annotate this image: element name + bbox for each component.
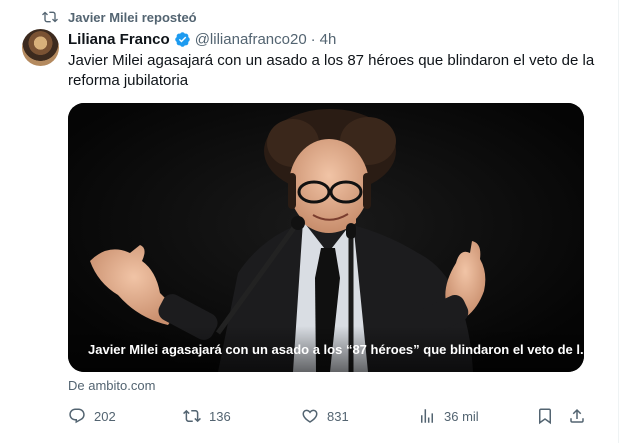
reply-count: 202 [94, 408, 116, 424]
repost-label: Javier Milei reposteó [68, 9, 197, 25]
like-count: 831 [327, 408, 349, 424]
bookmark-icon [539, 408, 551, 425]
repost-button[interactable]: 136 [183, 404, 231, 428]
tweet-header: Liliana Franco @lilianafranco20 · 4h [68, 30, 336, 48]
share-icon [570, 408, 584, 423]
author-avatar[interactable] [22, 29, 59, 66]
bookmark-button[interactable] [536, 404, 554, 428]
author-name[interactable]: Liliana Franco [68, 31, 170, 48]
tweet-actions: 202 136 831 36 mil [68, 404, 588, 428]
verified-badge-icon[interactable] [174, 31, 191, 48]
timeline-border [618, 0, 619, 443]
repost-indicator[interactable]: Javier Milei reposteó [42, 8, 197, 26]
tweet-text: Javier Milei agasajará con un asado a lo… [68, 52, 595, 89]
card-source[interactable]: De ambito.com [68, 378, 155, 393]
reply-button[interactable]: 202 [68, 404, 116, 428]
tweet-timestamp[interactable]: 4h [320, 31, 337, 48]
views-button[interactable]: 36 mil [418, 404, 479, 428]
repost-icon [42, 11, 58, 23]
views-chart-icon [421, 409, 433, 423]
header-separator: · [310, 30, 316, 48]
heart-icon [302, 409, 318, 423]
views-count: 36 mil [444, 408, 479, 424]
repost-count: 136 [209, 408, 231, 424]
link-card-image[interactable]: Javier Milei agasajará con un asado a lo… [68, 103, 584, 372]
share-button[interactable] [568, 404, 586, 428]
like-button[interactable]: 831 [301, 404, 349, 428]
author-handle[interactable]: @lilianafranco20 [195, 31, 307, 48]
reply-icon [69, 408, 85, 424]
card-caption: Javier Milei agasajará con un asado a lo… [68, 326, 584, 372]
repost-icon [183, 409, 201, 423]
